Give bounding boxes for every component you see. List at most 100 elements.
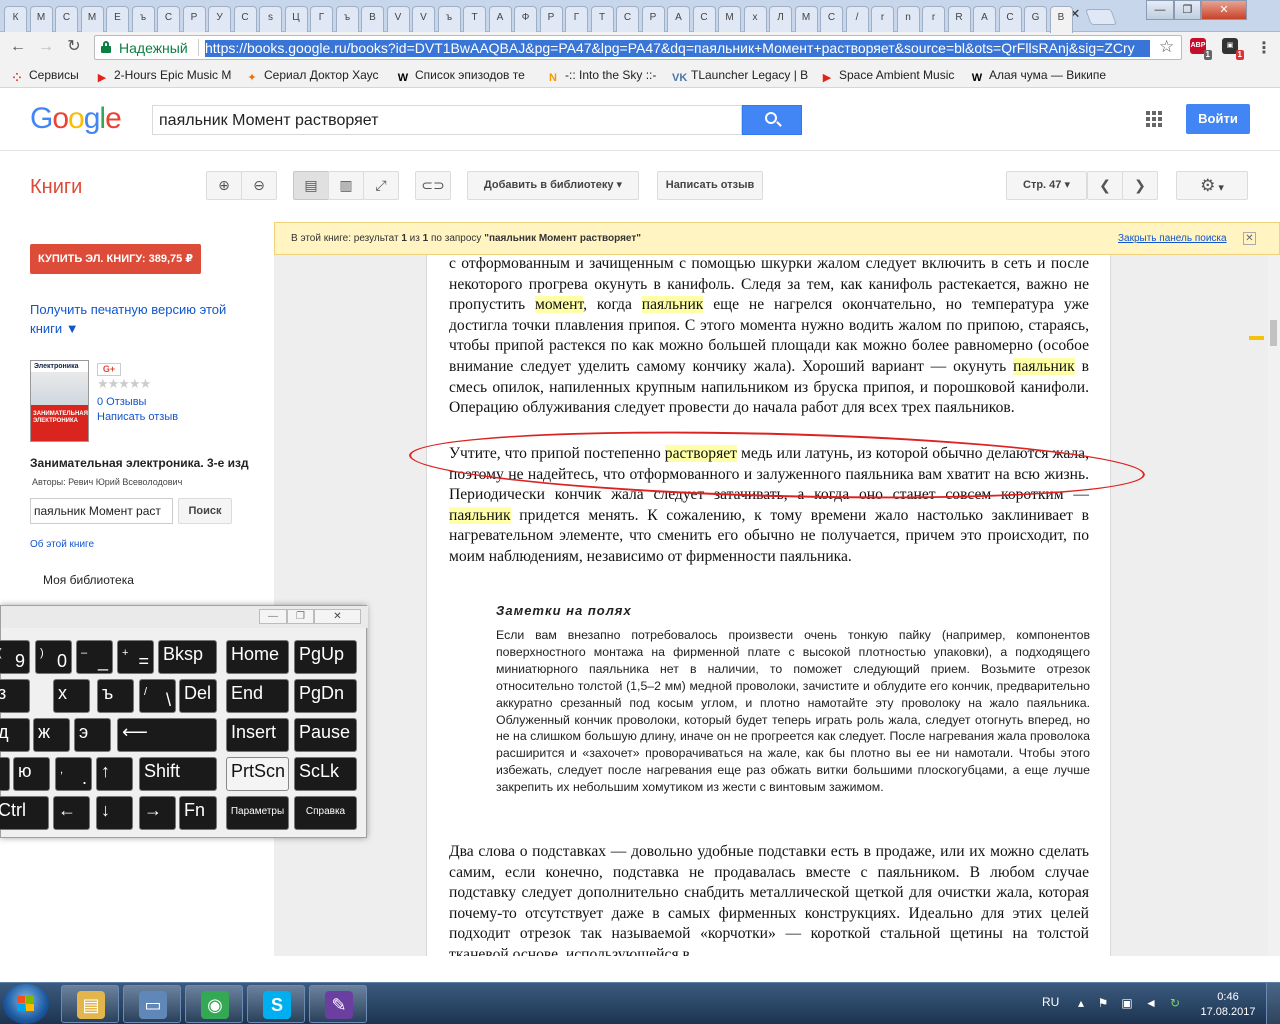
forward-arrow-icon[interactable]: →: [36, 37, 56, 57]
browser-tab[interactable]: Л: [769, 6, 792, 32]
browser-tab[interactable]: x: [743, 6, 767, 32]
bookmark-star-icon[interactable]: ☆: [1159, 37, 1174, 57]
google-search-input[interactable]: паяльник Момент растворяет: [152, 105, 742, 135]
osk-key[interactable]: Параметры: [226, 796, 289, 830]
osk-key[interactable]: ScLk: [294, 757, 357, 791]
print-version-link[interactable]: Получить печатную версию этой книги ▼: [30, 300, 240, 338]
osk-key[interactable]: Bksp: [158, 640, 217, 674]
scrollbar-thumb[interactable]: [1270, 320, 1277, 346]
browser-tab[interactable]: Г: [565, 6, 588, 32]
browser-tab[interactable]: E: [106, 6, 129, 32]
browser-tab[interactable]: G: [1024, 6, 1047, 32]
chrome-taskbar-button[interactable]: ◉: [185, 985, 243, 1023]
sync-icon[interactable]: ↻: [1168, 997, 1182, 1009]
maximize-button[interactable]: ❐: [1174, 0, 1201, 20]
browser-tab[interactable]: V: [386, 6, 410, 32]
write-review-button[interactable]: Написать отзыв: [657, 171, 763, 200]
search-in-book-button[interactable]: Поиск: [178, 498, 232, 524]
gplus-button[interactable]: G+: [97, 363, 121, 376]
browser-tab[interactable]: ѕ: [259, 6, 282, 32]
adblock-extension-icon[interactable]: ABP 1: [1190, 38, 1212, 60]
google-logo[interactable]: Google: [30, 102, 122, 136]
on-screen-keyboard[interactable]: — ❐ ✕ (9)0–_+=BkspHomePgUpзхъ/\DelEndPgD…: [0, 605, 368, 838]
write-review-link[interactable]: Написать отзыв: [97, 411, 178, 423]
osk-key[interactable]: ю: [13, 757, 50, 791]
browser-tab[interactable]: У: [208, 6, 231, 32]
about-book-link[interactable]: Об этой книге: [30, 539, 94, 550]
browser-tab[interactable]: P: [182, 6, 206, 32]
osk-titlebar[interactable]: — ❐ ✕: [1, 606, 368, 628]
explorer-taskbar-button[interactable]: ▤: [61, 985, 119, 1023]
osk-key[interactable]: д: [0, 718, 30, 752]
bookmark-item[interactable]: N -:: Into the Sky ::-: [546, 68, 661, 84]
osk-key[interactable]: ) 0: [35, 640, 72, 674]
osk-key[interactable]: ж: [33, 718, 70, 752]
my-library-link[interactable]: Моя библиотека: [43, 573, 134, 587]
link-button[interactable]: ⊂⊃: [415, 171, 451, 200]
browser-tab[interactable]: A: [973, 6, 996, 32]
browser-tab[interactable]: r: [922, 6, 945, 32]
apps-grid-icon[interactable]: [1146, 111, 1162, 127]
browser-tab[interactable]: M: [80, 6, 104, 32]
skype-taskbar-button[interactable]: S: [247, 985, 305, 1023]
osk-key[interactable]: ,.: [55, 757, 92, 791]
osk-key[interactable]: Home: [226, 640, 289, 674]
browser-tab[interactable]: B: [1049, 6, 1073, 33]
flag-icon[interactable]: ⚑: [1096, 997, 1110, 1009]
browser-tab[interactable]: r: [871, 6, 894, 32]
minimize-button[interactable]: —: [1146, 0, 1174, 20]
prev-page-button[interactable]: ❮: [1087, 171, 1123, 200]
single-page-view-button[interactable]: ▤: [293, 171, 329, 200]
browser-tab[interactable]: V: [412, 6, 435, 32]
osk-key[interactable]: Pause: [294, 718, 357, 752]
page-scrollbar[interactable]: [1268, 255, 1280, 956]
osk-key[interactable]: з: [0, 679, 30, 713]
computer-taskbar-button[interactable]: ▭: [123, 985, 181, 1023]
osk-key[interactable]: PgUp: [294, 640, 357, 674]
add-to-library-button[interactable]: Добавить в библиотеку ▾: [467, 171, 639, 200]
bookmark-item[interactable]: W Алая чума — Википе: [970, 68, 1110, 84]
bookmark-item[interactable]: W Список эпизодов те: [396, 68, 536, 84]
browser-tab[interactable]: M: [718, 6, 741, 32]
osk-key[interactable]: PrtScn: [226, 757, 289, 791]
osk-minimize-button[interactable]: —: [259, 609, 287, 624]
browser-tab[interactable]: Г: [310, 6, 333, 32]
settings-button[interactable]: ⚙ ▾: [1176, 171, 1248, 200]
osk-key[interactable]: ↑: [96, 757, 133, 791]
bookmark-item[interactable]: VK TLauncher Legacy | В: [672, 68, 812, 84]
browser-tab[interactable]: M: [29, 6, 53, 32]
close-icon[interactable]: ✕: [1243, 232, 1256, 245]
browser-tab[interactable]: К: [4, 6, 27, 32]
browser-tab[interactable]: P: [641, 6, 665, 32]
network-icon[interactable]: ▣: [1120, 997, 1134, 1009]
osk-key[interactable]: – _: [76, 640, 113, 674]
clock[interactable]: 0:46 17.08.2017: [1198, 990, 1258, 1020]
bookmark-item[interactable]: ✦ Сериал Доктор Хаус: [245, 68, 385, 84]
osk-key[interactable]: + =: [117, 640, 154, 674]
osk-key[interactable]: End: [226, 679, 289, 713]
url-text[interactable]: https://books.google.ru/books?id=DVT1BwA…: [205, 40, 1150, 57]
browser-tab[interactable]: n: [896, 6, 920, 32]
books-title[interactable]: Книги: [30, 176, 82, 199]
new-tab-button[interactable]: [1085, 9, 1117, 25]
osk-key[interactable]: ↓: [96, 796, 133, 830]
volume-icon[interactable]: ◄: [1144, 997, 1158, 1009]
browser-tab[interactable]: ъ: [131, 6, 155, 32]
chevron-up-icon[interactable]: ▴: [1074, 997, 1088, 1009]
osk-key[interactable]: х: [53, 679, 90, 713]
start-button[interactable]: [3, 984, 49, 1024]
browser-tab[interactable]: /: [845, 6, 869, 32]
browser-tab[interactable]: P: [539, 6, 563, 32]
osk-key[interactable]: э: [74, 718, 111, 752]
login-button[interactable]: Войти: [1186, 104, 1250, 134]
osk-key[interactable]: PgDn: [294, 679, 357, 713]
browser-tab[interactable]: C: [692, 6, 716, 32]
close-window-button[interactable]: ✕: [1201, 0, 1247, 20]
book-viewer[interactable]: с отформованным и зачищенным с помощью ш…: [274, 255, 1268, 956]
reload-icon[interactable]: ↻: [64, 37, 84, 57]
book-cover[interactable]: Электроника ЗАНИМАТЕЛЬНАЯ ЭЛЕКТРОНИКА: [30, 360, 89, 442]
osk-key[interactable]: [0, 757, 10, 791]
close-search-panel-link[interactable]: Закрыть панель поиска: [1118, 233, 1227, 244]
osk-key[interactable]: Справка: [294, 796, 357, 830]
osk-key[interactable]: ⟵: [117, 718, 217, 752]
